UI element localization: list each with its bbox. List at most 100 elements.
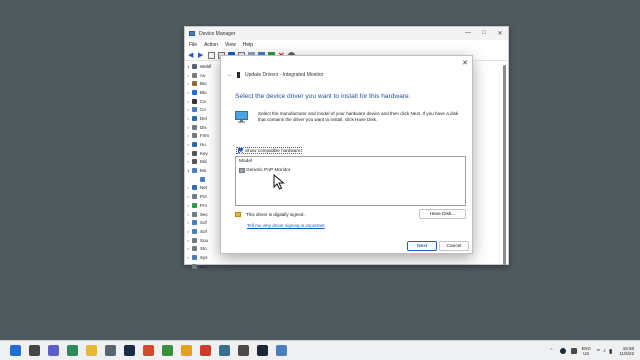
tree-item-label: Au: [200, 72, 206, 78]
tray-app-icon[interactable]: [570, 348, 577, 354]
checkbox-checked-icon[interactable]: [238, 148, 243, 153]
dialog-title: Update Drivers - Integrated Monitor: [245, 72, 324, 78]
tree-item[interactable]: > Key: [187, 149, 221, 158]
device-category-icon: [192, 202, 197, 208]
language-indicator[interactable]: ENG US: [582, 346, 591, 356]
signed-status: This driver is digitally signed.: [235, 212, 305, 217]
device-category-icon: [192, 246, 197, 252]
menu-view[interactable]: View: [225, 42, 236, 48]
tree-item[interactable]: [187, 175, 221, 184]
device-category-icon: [192, 211, 197, 217]
have-disk-button[interactable]: Have Disk...: [419, 209, 466, 219]
close-icon[interactable]: ✕: [492, 30, 508, 37]
maximize-icon[interactable]: □: [476, 30, 492, 37]
device-category-icon: [192, 185, 197, 191]
tree-item[interactable]: > Pro: [187, 201, 221, 210]
device-category-icon: [192, 98, 197, 104]
device-category-icon: [192, 254, 197, 260]
cancel-button[interactable]: Cancel: [439, 241, 469, 251]
chevron-up-icon[interactable]: ⌃: [549, 348, 553, 354]
tree-item[interactable]: > Bio: [187, 79, 221, 88]
tree-item-label: Sou: [200, 237, 209, 243]
chrome-beta-icon[interactable]: [162, 345, 173, 356]
tree-item[interactable]: > Net: [187, 184, 221, 193]
tree-item[interactable]: > Dis: [187, 123, 221, 132]
device-manager-titlebar[interactable]: Device Manager — □ ✕: [185, 27, 508, 40]
steam-settings-icon[interactable]: [219, 345, 230, 356]
tree-item[interactable]: > Au: [187, 71, 221, 80]
tree-item[interactable]: > Sys: [187, 253, 221, 262]
snip-icon[interactable]: [200, 345, 211, 356]
show-compatible-checkbox[interactable]: Show compatible hardware: [236, 147, 303, 154]
close-icon[interactable]: ✕: [462, 59, 468, 67]
chrome-canary-icon[interactable]: [181, 345, 192, 356]
tree-item[interactable]: > Uni: [187, 262, 221, 271]
back-arrow-icon[interactable]: ◀: [188, 52, 195, 59]
back-arrow-icon[interactable]: ←: [227, 72, 233, 78]
tree-item-label: Sys: [200, 254, 208, 260]
tree-item[interactable]: ∨ Webfl: [187, 62, 221, 71]
tree-item[interactable]: > Sou: [187, 236, 221, 245]
tree-item[interactable]: > Del: [187, 114, 221, 123]
tree-item[interactable]: > Firm: [187, 132, 221, 141]
wifi-icon[interactable]: ≈: [597, 348, 600, 354]
chrome-icon[interactable]: [143, 345, 154, 356]
tree-item[interactable]: > Por: [187, 192, 221, 201]
window-title: Device Manager: [199, 30, 236, 37]
tree-item-label: Co: [200, 107, 206, 113]
scrollbar[interactable]: [503, 65, 506, 265]
battery-icon[interactable]: ▮: [609, 348, 612, 355]
tree-item[interactable]: > Mic: [187, 158, 221, 167]
chat-icon[interactable]: [48, 345, 59, 356]
tree-item[interactable]: > Hu: [187, 140, 221, 149]
device-manager-icon[interactable]: [276, 345, 287, 356]
tree-item-label: Net: [200, 185, 208, 191]
camtasia-icon[interactable]: [67, 345, 78, 356]
minimize-icon[interactable]: —: [460, 30, 476, 37]
search-icon[interactable]: [29, 345, 40, 356]
tree-item[interactable]: > Sof: [187, 218, 221, 227]
tree-item-label: Mic: [200, 159, 207, 165]
tree-item[interactable]: > Blu: [187, 88, 221, 97]
device-category-icon: [192, 150, 197, 156]
tree-item[interactable]: > Sec: [187, 210, 221, 219]
device-category-icon: [192, 81, 197, 87]
tree-item[interactable]: > Co: [187, 105, 221, 114]
tree-item-label: Por: [200, 194, 208, 200]
show-compatible-label: Show compatible hardware: [245, 148, 301, 153]
list-item[interactable]: Generic PnP Monitor: [239, 166, 465, 174]
model-listbox[interactable]: Model Generic PnP Monitor: [235, 156, 466, 206]
menu-action[interactable]: Action: [204, 42, 218, 48]
dialog-description: Select the manufacturer and model of you…: [258, 111, 459, 123]
menu-help[interactable]: Help: [243, 42, 253, 48]
device-category-icon: [192, 142, 197, 148]
tree-item[interactable]: ∨ Mo: [187, 166, 221, 175]
settings-icon[interactable]: [105, 345, 116, 356]
monitor-device-icon: [237, 72, 240, 78]
signed-driver-icon: [235, 212, 241, 217]
tree-item-label: Dis: [200, 124, 207, 130]
file-explorer-icon[interactable]: [86, 345, 97, 356]
tree-item-label: Bio: [200, 81, 207, 87]
forward-arrow-icon[interactable]: ▶: [198, 52, 205, 59]
next-button[interactable]: Next: [407, 241, 437, 251]
steam-icon[interactable]: [257, 345, 268, 356]
tree-item[interactable]: > Sof: [187, 227, 221, 236]
tree-item[interactable]: > Ca: [187, 97, 221, 106]
menu-file[interactable]: File: [189, 42, 197, 48]
device-category-icon: [192, 63, 197, 69]
steam-tray-icon[interactable]: [559, 348, 566, 354]
device-category-icon: [192, 194, 197, 200]
properties-icon[interactable]: [208, 51, 215, 59]
tree-item[interactable]: > Sto: [187, 244, 221, 253]
gear-icon[interactable]: [238, 345, 249, 356]
windows-start-icon[interactable]: [10, 345, 21, 356]
monitor-icon: [239, 167, 245, 173]
tree-item-label: Del: [200, 115, 207, 121]
driver-signing-link[interactable]: Tell me why driver signing is important: [247, 223, 325, 228]
powershell-icon[interactable]: [124, 345, 135, 356]
tree-item-label: Uni: [200, 263, 207, 269]
speaker-icon[interactable]: ♪: [603, 348, 606, 354]
device-category-icon: [192, 263, 197, 269]
clock[interactable]: 15:58 11/5/22: [619, 346, 634, 357]
